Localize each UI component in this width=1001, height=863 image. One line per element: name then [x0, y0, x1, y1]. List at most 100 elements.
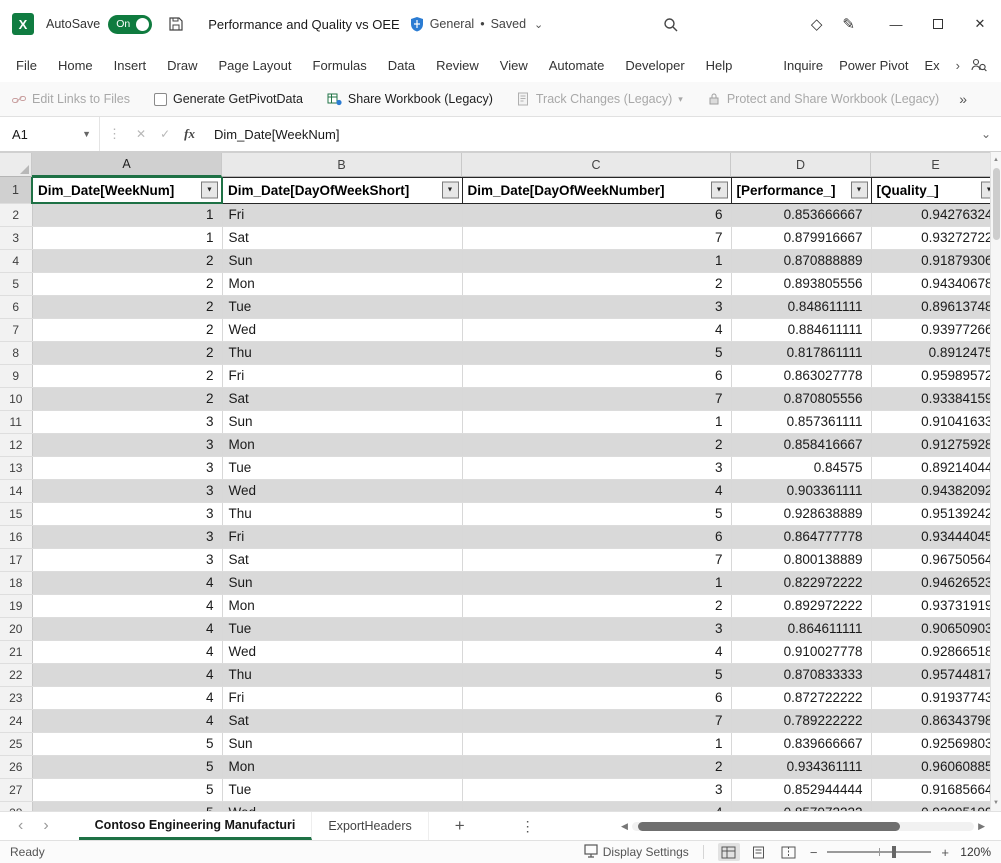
cell[interactable]: 0.879916667 — [731, 226, 871, 249]
ribbon-tab-formulas[interactable]: Formulas — [313, 58, 367, 73]
cell[interactable]: 3 — [32, 410, 222, 433]
cell[interactable]: 0.870888889 — [731, 249, 871, 272]
row-header-25[interactable]: 25 — [0, 732, 32, 755]
ribbon-tab-help[interactable]: Help — [706, 58, 733, 73]
cell[interactable]: 2 — [462, 272, 731, 295]
header-cell[interactable]: [Performance_]▼ — [731, 177, 871, 203]
cell[interactable]: 2 — [462, 755, 731, 778]
cell[interactable]: 0.857361111 — [731, 410, 871, 433]
cell[interactable]: 0.934361111 — [731, 755, 871, 778]
cell[interactable]: 6 — [462, 686, 731, 709]
page-break-view-button[interactable] — [778, 843, 800, 861]
sheet-tab-exportheaders[interactable]: ExportHeaders — [312, 812, 428, 840]
cell[interactable]: Tue — [222, 617, 462, 640]
ribbon-tab-automate[interactable]: Automate — [549, 58, 605, 73]
cell[interactable]: 5 — [32, 732, 222, 755]
cell[interactable]: 0.94340678 — [871, 272, 1001, 295]
cell[interactable]: 5 — [462, 663, 731, 686]
cell[interactable]: 0.84575 — [731, 456, 871, 479]
maximize-button[interactable] — [917, 0, 959, 48]
drag-handle-icon[interactable]: ⋮ — [108, 126, 121, 142]
cell[interactable]: 0.928638889 — [731, 502, 871, 525]
ribbon-tab-ex[interactable]: Ex — [924, 58, 939, 73]
cell[interactable]: Wed — [222, 479, 462, 502]
ribbon-tab-inquire[interactable]: Inquire — [783, 58, 823, 73]
row-header-24[interactable]: 24 — [0, 709, 32, 732]
autosave-toggle[interactable]: On — [108, 15, 152, 34]
cell[interactable]: 0.93977266 — [871, 318, 1001, 341]
cell[interactable]: Fri — [222, 686, 462, 709]
cell[interactable]: 7 — [462, 387, 731, 410]
cell[interactable]: 0.884611111 — [731, 318, 871, 341]
row-header-15[interactable]: 15 — [0, 502, 32, 525]
cell[interactable]: 0.853666667 — [731, 203, 871, 226]
sheet-nav-left-icon[interactable]: ‹ — [18, 817, 23, 835]
cell[interactable]: 6 — [462, 364, 731, 387]
minimize-button[interactable]: — — [875, 0, 917, 48]
ribbon-overflow-button[interactable]: » — [959, 91, 967, 107]
cell[interactable]: Sun — [222, 249, 462, 272]
cell[interactable]: 0.852944444 — [731, 778, 871, 801]
cell[interactable]: 2 — [32, 318, 222, 341]
cell[interactable]: Fri — [222, 364, 462, 387]
cell[interactable]: 0.89214044 — [871, 456, 1001, 479]
cell[interactable]: 0.863027778 — [731, 364, 871, 387]
command-share-workbook-legacy[interactable]: Share Workbook (Legacy) — [327, 92, 493, 106]
column-header-d[interactable]: D — [731, 153, 871, 177]
row-header-27[interactable]: 27 — [0, 778, 32, 801]
checkbox-icon[interactable] — [154, 93, 167, 106]
cell[interactable]: 7 — [462, 709, 731, 732]
sensitivity-label[interactable]: General — [430, 17, 474, 31]
cell[interactable]: Mon — [222, 594, 462, 617]
cell[interactable]: 4 — [32, 686, 222, 709]
cell[interactable]: 0.893805556 — [731, 272, 871, 295]
cell[interactable]: 4 — [462, 318, 731, 341]
zoom-slider[interactable] — [827, 851, 931, 853]
normal-view-button[interactable] — [718, 843, 740, 861]
filter-button[interactable]: ▼ — [442, 182, 459, 199]
cell[interactable]: 5 — [32, 755, 222, 778]
cell[interactable]: 3 — [32, 456, 222, 479]
chevron-right-icon[interactable]: › — [956, 58, 960, 73]
row-header-13[interactable]: 13 — [0, 456, 32, 479]
horizontal-scrollbar-thumb[interactable] — [638, 822, 900, 831]
row-header-2[interactable]: 2 — [0, 203, 32, 226]
cell[interactable]: 4 — [32, 709, 222, 732]
cell[interactable]: 0.95744817 — [871, 663, 1001, 686]
ribbon-tab-home[interactable]: Home — [58, 58, 93, 73]
cell[interactable]: 5 — [32, 801, 222, 811]
enter-icon[interactable]: ✓ — [160, 127, 170, 141]
cell[interactable]: 5 — [462, 341, 731, 364]
cell[interactable]: 0.96060885 — [871, 755, 1001, 778]
row-header-8[interactable]: 8 — [0, 341, 32, 364]
cell[interactable]: 7 — [462, 226, 731, 249]
row-header-20[interactable]: 20 — [0, 617, 32, 640]
cell[interactable]: 4 — [462, 801, 731, 811]
row-header-3[interactable]: 3 — [0, 226, 32, 249]
cell[interactable]: 1 — [32, 203, 222, 226]
header-cell[interactable]: [Quality_]▼ — [871, 177, 1001, 203]
row-header-17[interactable]: 17 — [0, 548, 32, 571]
cell[interactable]: 0.839666667 — [731, 732, 871, 755]
column-header-a[interactable]: A — [32, 153, 222, 177]
cell[interactable]: 5 — [32, 778, 222, 801]
cell[interactable]: 2 — [32, 272, 222, 295]
header-cell[interactable]: Dim_Date[WeekNum]▼ — [32, 177, 222, 203]
cell[interactable]: 0.94276324 — [871, 203, 1001, 226]
cell[interactable]: 4 — [462, 479, 731, 502]
ribbon-tab-file[interactable]: File — [16, 58, 37, 73]
insert-function-icon[interactable]: fx — [184, 126, 195, 142]
cell[interactable]: Thu — [222, 502, 462, 525]
column-header-c[interactable]: C — [462, 153, 731, 177]
cell[interactable]: 0.903361111 — [731, 479, 871, 502]
cell[interactable]: 4 — [32, 617, 222, 640]
cell[interactable]: Mon — [222, 755, 462, 778]
row-header-7[interactable]: 7 — [0, 318, 32, 341]
cell[interactable]: 3 — [32, 502, 222, 525]
formula-bar-expand-icon[interactable]: ⌄ — [981, 127, 991, 141]
cell[interactable]: 0.93272722 — [871, 226, 1001, 249]
cell[interactable]: 0.92569803 — [871, 732, 1001, 755]
cell[interactable]: 0.91879306 — [871, 249, 1001, 272]
chevron-down-icon[interactable]: ▼ — [82, 129, 91, 139]
vertical-scrollbar[interactable]: ▲ ▼ — [990, 152, 1001, 811]
